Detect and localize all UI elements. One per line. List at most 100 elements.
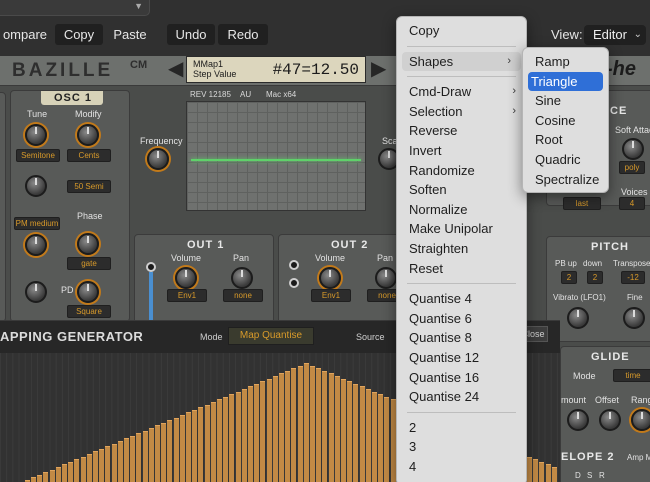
mapping-bar[interactable]	[266, 379, 272, 482]
preset-combo[interactable]: ▼	[0, 0, 150, 16]
mapping-bar[interactable]	[155, 425, 160, 482]
mapping-bar[interactable]	[31, 477, 36, 482]
mapping-bar[interactable]	[55, 467, 61, 482]
vibrato-knob[interactable]	[567, 307, 589, 329]
mapping-bar[interactable]	[539, 462, 545, 482]
mapping-bar[interactable]	[365, 389, 371, 482]
mapgen-mode-select[interactable]: Map Quantise	[228, 327, 314, 345]
shape-item-root[interactable]: Root	[523, 130, 608, 150]
modify-mode-value[interactable]: Cents	[67, 149, 111, 162]
menu-item-straighten[interactable]: Straighten	[397, 239, 526, 259]
glide-offset-knob[interactable]	[599, 409, 621, 431]
shape-item-ramp[interactable]: Ramp	[523, 52, 608, 72]
mapping-bar[interactable]	[353, 384, 359, 482]
glide-mode-value[interactable]: time	[613, 369, 650, 382]
menu-item-3[interactable]: 3	[397, 437, 526, 457]
menu-item-quantise-12[interactable]: Quantise 12	[397, 348, 526, 368]
mapping-bar[interactable]	[86, 454, 92, 482]
mapping-bar[interactable]	[43, 472, 49, 482]
mapping-bar[interactable]	[105, 446, 111, 482]
mapping-bar[interactable]	[37, 475, 43, 482]
mapping-bar[interactable]	[260, 381, 266, 482]
menu-item-quantise-6[interactable]: Quantise 6	[397, 309, 526, 329]
transpose-value[interactable]: -12	[621, 271, 645, 284]
mapping-bar[interactable]	[303, 363, 309, 482]
menu-item-randomize[interactable]: Randomize	[397, 161, 526, 181]
mapping-bar[interactable]	[359, 386, 365, 482]
mapping-bar[interactable]	[372, 392, 377, 482]
compare-button[interactable]: ompare	[0, 24, 50, 45]
mapping-bar[interactable]	[161, 423, 167, 482]
glide-range-knob[interactable]	[631, 409, 650, 431]
modify-knob[interactable]	[77, 124, 99, 146]
voices-value[interactable]: 4	[619, 197, 645, 210]
mapping-bar[interactable]	[217, 399, 222, 482]
mapping-bar[interactable]	[297, 366, 303, 482]
shape-item-triangle[interactable]: Triangle	[528, 71, 603, 92]
down-value[interactable]: 2	[587, 271, 603, 284]
view-select[interactable]: Editor ⌄	[584, 25, 646, 45]
menu-item-quantise-4[interactable]: Quantise 4	[397, 289, 526, 309]
mapping-bar[interactable]	[229, 394, 235, 482]
mapping-bar[interactable]	[148, 428, 154, 482]
mapping-bar[interactable]	[248, 386, 253, 482]
phase-knob[interactable]	[77, 233, 99, 255]
mapping-bar[interactable]	[378, 394, 384, 482]
menu-item-cmd-draw[interactable]: Cmd-Draw ›	[397, 82, 526, 102]
mapping-bar[interactable]	[111, 444, 117, 482]
out1-volume-knob[interactable]	[175, 267, 197, 289]
mapping-bar[interactable]	[68, 462, 74, 482]
menu-item-selection[interactable]: Selection ›	[397, 102, 526, 122]
shape-item-spectralize[interactable]: Spectralize	[523, 170, 608, 190]
shape-item-sine[interactable]: Sine	[523, 91, 608, 111]
mapping-bar[interactable]	[80, 457, 86, 482]
pm-knob[interactable]	[25, 234, 47, 256]
soft-attack-knob[interactable]	[622, 138, 644, 160]
mapping-bar[interactable]	[74, 459, 80, 482]
out1-pan-knob[interactable]	[231, 267, 253, 289]
mapping-bar[interactable]	[93, 451, 98, 482]
frequency-knob[interactable]	[147, 148, 169, 170]
menu-item-quantise-8[interactable]: Quantise 8	[397, 328, 526, 348]
mapping-bar[interactable]	[130, 436, 136, 482]
menu-item-reset[interactable]: Reset	[397, 259, 526, 279]
out2-jack-a[interactable]	[289, 260, 299, 270]
last-value[interactable]: last	[563, 197, 601, 210]
redo-button[interactable]: Redo	[218, 24, 268, 45]
pm-value[interactable]: PM medium	[14, 217, 60, 230]
glide-amount-knob[interactable]	[567, 409, 589, 431]
mapping-bar[interactable]	[279, 373, 284, 482]
menu-item-normalize[interactable]: Normalize	[397, 200, 526, 220]
mapping-bar[interactable]	[136, 433, 142, 482]
mapping-bar[interactable]	[527, 457, 532, 482]
mapping-bar[interactable]	[291, 368, 297, 482]
semi-knob[interactable]	[25, 175, 47, 197]
undo-button[interactable]: Undo	[167, 24, 215, 45]
mapping-bar[interactable]	[124, 438, 129, 482]
mapping-bar[interactable]	[204, 405, 210, 482]
menu-item-2[interactable]: 2	[397, 418, 526, 438]
mapping-bar[interactable]	[322, 371, 328, 482]
mapping-bar[interactable]	[167, 420, 173, 482]
mapping-bar[interactable]	[117, 441, 123, 482]
menu-item-make-unipolar[interactable]: Make Unipolar	[397, 219, 526, 239]
menu-item-copy[interactable]: Copy	[397, 21, 526, 41]
mapping-bar[interactable]	[173, 418, 179, 482]
out1-pan-value[interactable]: none	[223, 289, 263, 302]
mapping-bar[interactable]	[235, 392, 241, 482]
mapping-bar[interactable]	[210, 402, 216, 482]
mapping-bar[interactable]	[347, 381, 353, 482]
mapping-bar[interactable]	[390, 399, 396, 482]
next-arrow-icon[interactable]: ▶	[371, 56, 386, 82]
mapping-bar[interactable]	[545, 464, 551, 482]
mapping-bar[interactable]	[316, 368, 322, 482]
menu-item-quantise-16[interactable]: Quantise 16	[397, 368, 526, 388]
tune-knob[interactable]	[25, 124, 47, 146]
poly-value[interactable]: poly	[619, 161, 645, 174]
menu-item-quantise-24[interactable]: Quantise 24	[397, 387, 526, 407]
mapping-bar[interactable]	[334, 376, 340, 482]
mapping-bar[interactable]	[241, 389, 247, 482]
mapping-bar[interactable]	[384, 397, 390, 482]
out2-jack-b[interactable]	[289, 278, 299, 288]
mapping-bar[interactable]	[285, 371, 291, 482]
